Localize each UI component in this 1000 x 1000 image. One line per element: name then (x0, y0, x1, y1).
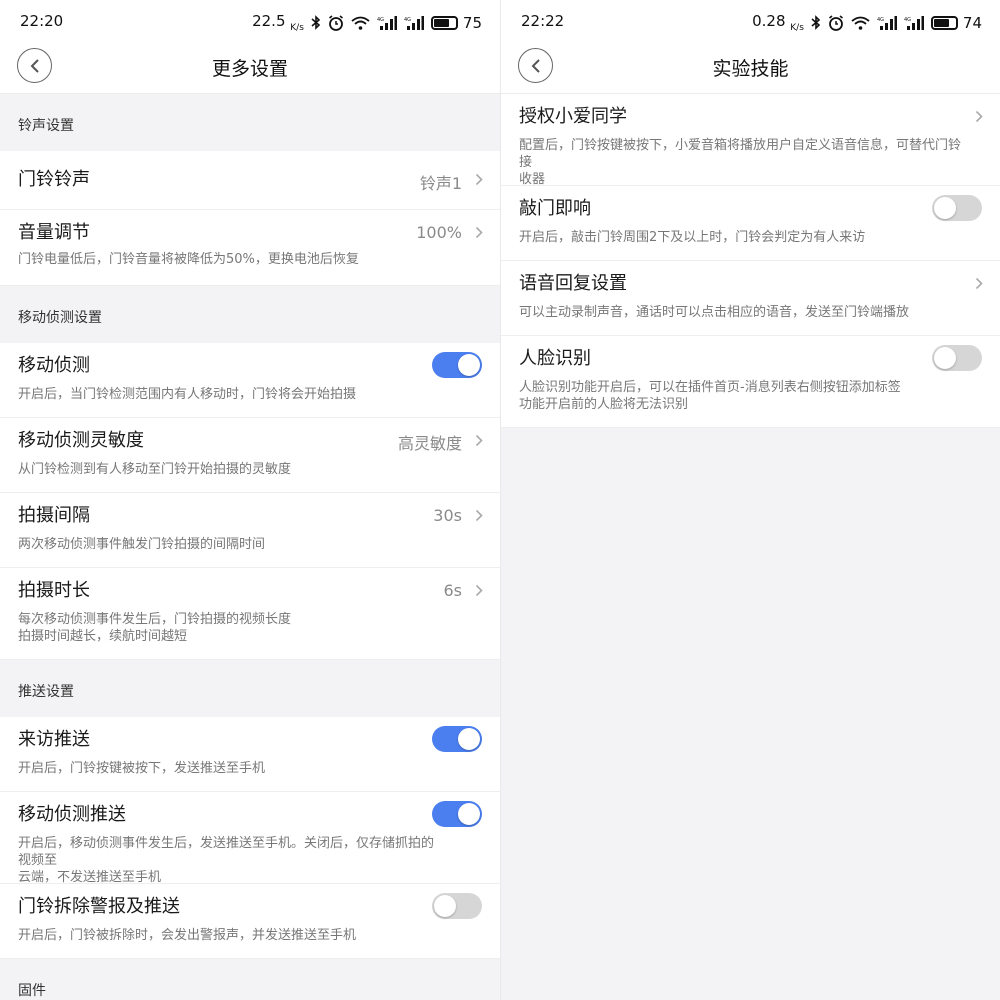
network-speed-value: 22.5 (252, 12, 286, 30)
section-header-firmware: 固件 (0, 959, 500, 1000)
battery-icon (930, 15, 958, 30)
battery-level: 75 (462, 13, 482, 32)
status-bar: 22:20 22.5 K/s 4G 4G 75 (0, 0, 500, 44)
nav-bar: 更多设置 (0, 44, 500, 94)
chevron-right-icon (475, 173, 483, 186)
knock-row: 敲门即响 开启后，敲击门铃周围2下及以上时，门铃会判定为有人来访 (501, 186, 1000, 261)
battery-indicator: 74 (930, 13, 982, 32)
doorbell-ringtone-row[interactable]: 门铃铃声 铃声1 (0, 151, 500, 210)
signal-icon-1: 4G (377, 15, 397, 30)
network-speed-unit: K/s (790, 23, 804, 33)
battery-indicator: 75 (430, 13, 482, 32)
page-title: 更多设置 (211, 58, 288, 80)
face-recognition-toggle[interactable] (932, 345, 982, 371)
lab-skills-screen: 22:22 0.28 K/s 4G 4G 74 实验技能 授权小爱同学 配置后，… (501, 0, 1000, 1000)
row-title: 门铃拆除警报及推送 (18, 896, 180, 917)
row-description: 开启后，移动侦测事件发生后，发送推送至手机。关闭后，仅存储抓拍的视频至 (18, 836, 435, 868)
signal-icon-1: 4G (877, 15, 897, 30)
row-value: 100% (416, 223, 462, 242)
svg-text:4G: 4G (904, 17, 911, 23)
row-title: 拍摄间隔 (18, 505, 90, 526)
wifi-icon (351, 16, 370, 30)
row-description: 开启后，门铃按键被按下，发送推送至手机 (18, 761, 266, 776)
motion-push-toggle[interactable] (432, 801, 482, 827)
network-speed-value: 0.28 (752, 12, 786, 30)
page-title: 实验技能 (712, 58, 789, 80)
row-description-2: 功能开启前的人脸将无法识别 (519, 397, 689, 412)
status-time: 22:22 (521, 12, 565, 30)
volume-row[interactable]: 音量调节 100% 门铃电量低后，门铃音量将被降低为50%，更换电池后恢复 (0, 210, 500, 286)
row-description: 从门铃检测到有人移动至门铃开始拍摄的灵敏度 (18, 462, 292, 477)
status-bar: 22:22 0.28 K/s 4G 4G 74 (501, 0, 1000, 44)
network-speed: 22.5 K/s (252, 12, 304, 33)
row-title: 来访推送 (18, 729, 90, 750)
row-value: 6s (443, 581, 462, 600)
section-header-ringtone: 铃声设置 (0, 94, 500, 151)
motion-detect-toggle[interactable] (432, 352, 482, 378)
row-description: 两次移动侦测事件触发门铃拍摄的间隔时间 (18, 537, 266, 552)
signal-icon-2: 4G (904, 15, 924, 30)
xiaoai-auth-row[interactable]: 授权小爱同学 配置后，门铃按键被按下，小爱音箱将播放用户自定义语音信息，可替代门… (501, 94, 1000, 187)
alarm-clock-icon (328, 14, 343, 31)
row-description: 开启后，敲击门铃周围2下及以上时，门铃会判定为有人来访 (519, 230, 866, 245)
duration-row[interactable]: 拍摄时长 6s 每次移动侦测事件发生后，门铃拍摄的视频长度 拍摄时间越长，续航时… (0, 568, 500, 660)
signal-icon-2: 4G (404, 15, 424, 30)
row-title: 人脸识别 (519, 348, 591, 369)
row-title: 移动侦测 (18, 355, 90, 376)
row-title: 移动侦测推送 (18, 804, 126, 825)
knock-toggle[interactable] (932, 195, 982, 221)
row-description: 门铃电量低后，门铃音量将被降低为50%，更换电池后恢复 (18, 252, 359, 267)
battery-icon (430, 15, 458, 30)
chevron-right-icon (975, 277, 983, 290)
row-title: 语音回复设置 (519, 273, 627, 294)
svg-text:4G: 4G (377, 17, 384, 23)
row-description: 可以主动录制声音，通话时可以点击相应的语音，发送至门铃端播放 (519, 305, 910, 320)
row-value: 铃声1 (419, 174, 462, 193)
chevron-right-icon (475, 509, 483, 522)
wifi-icon (851, 16, 870, 30)
motion-push-row: 移动侦测推送 开启后，移动侦测事件发生后，发送推送至手机。关闭后，仅存储抓拍的视… (0, 792, 500, 885)
row-description: 配置后，门铃按键被按下，小爱音箱将播放用户自定义语音信息，可替代门铃接 (519, 138, 962, 170)
row-title: 敲门即响 (519, 198, 591, 219)
more-settings-screen: 22:20 22.5 K/s 4G 4G 75 更多设置 铃声设置 门铃铃声 铃… (0, 0, 500, 1000)
visit-push-row: 来访推送 开启后，门铃按键被按下，发送推送至手机 (0, 717, 500, 792)
chevron-right-icon (475, 584, 483, 597)
section-header-motion: 移动侦测设置 (0, 286, 500, 343)
battery-level: 74 (962, 13, 982, 32)
row-title: 授权小爱同学 (519, 106, 627, 127)
face-recognition-row: 人脸识别 人脸识别功能开启后，可以在插件首页-消息列表右侧按钮添加标签 功能开启… (501, 336, 1000, 428)
visit-push-toggle[interactable] (432, 726, 482, 752)
row-title: 音量调节 (18, 222, 90, 243)
row-value: 30s (433, 506, 462, 525)
row-description: 每次移动侦测事件发生后，门铃拍摄的视频长度 (18, 612, 292, 627)
interval-row[interactable]: 拍摄间隔 30s 两次移动侦测事件触发门铃拍摄的间隔时间 (0, 493, 500, 568)
chevron-right-icon (475, 226, 483, 239)
row-value: 高灵敏度 (397, 434, 462, 453)
row-description-2: 拍摄时间越长，续航时间越短 (18, 629, 188, 644)
voice-reply-row[interactable]: 语音回复设置 可以主动录制声音，通话时可以点击相应的语音，发送至门铃端播放 (501, 261, 1000, 336)
bluetooth-icon (311, 15, 321, 30)
network-speed: 0.28 K/s (752, 12, 804, 33)
alarm-clock-icon (828, 14, 843, 31)
svg-text:4G: 4G (404, 17, 411, 23)
section-header-push: 推送设置 (0, 660, 500, 717)
row-description: 人脸识别功能开启后，可以在插件首页-消息列表右侧按钮添加标签 (519, 380, 901, 395)
network-speed-unit: K/s (290, 23, 304, 33)
tamper-push-toggle[interactable] (432, 893, 482, 919)
row-description: 开启后，当门铃检测范围内有人移动时，门铃将会开始拍摄 (18, 387, 357, 402)
tamper-push-row: 门铃拆除警报及推送 开启后，门铃被拆除时，会发出警报声，并发送推送至手机 (0, 884, 500, 959)
nav-bar: 实验技能 (501, 44, 1000, 94)
svg-text:4G: 4G (877, 17, 884, 23)
row-description: 开启后，门铃被拆除时，会发出警报声，并发送推送至手机 (18, 928, 357, 943)
row-title: 门铃铃声 (18, 169, 90, 190)
sensitivity-row[interactable]: 移动侦测灵敏度 高灵敏度 从门铃检测到有人移动至门铃开始拍摄的灵敏度 (0, 418, 500, 493)
row-title: 拍摄时长 (18, 580, 90, 601)
status-time: 22:20 (20, 12, 64, 30)
chevron-right-icon (975, 110, 983, 123)
motion-detect-row: 移动侦测 开启后，当门铃检测范围内有人移动时，门铃将会开始拍摄 (0, 343, 500, 418)
chevron-right-icon (475, 434, 483, 447)
bluetooth-icon (811, 15, 821, 30)
